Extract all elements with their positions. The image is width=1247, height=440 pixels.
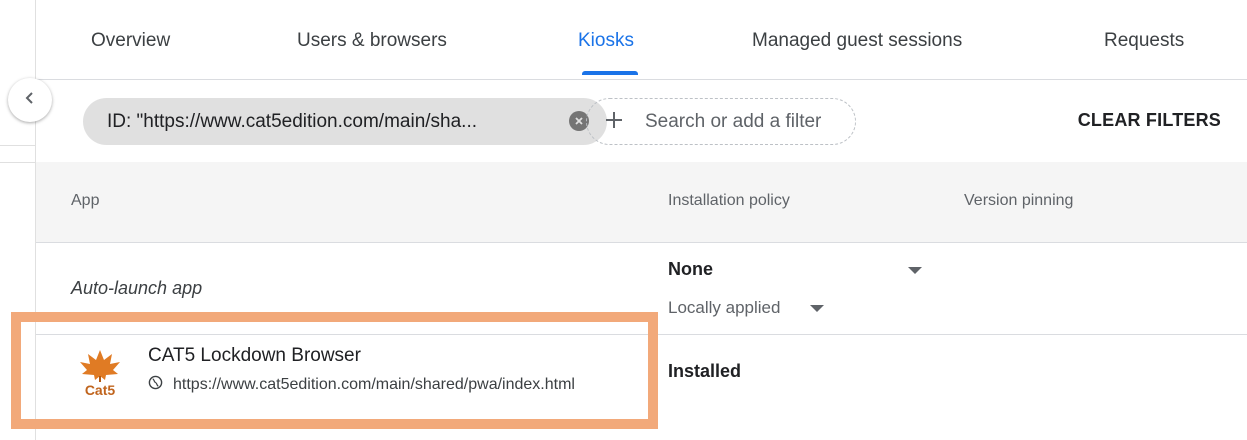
policy-source-label[interactable]: Locally applied — [668, 298, 780, 318]
clear-filters-button[interactable]: CLEAR FILTERS — [1078, 110, 1221, 131]
rail-divider — [0, 145, 35, 146]
auto-launch-policy-value[interactable]: None — [668, 259, 713, 280]
table-header: App Installation policy Version pinning — [36, 162, 1247, 243]
app-url: https://www.cat5edition.com/main/shared/… — [173, 376, 575, 393]
globe-icon — [148, 375, 163, 395]
tab-users-browsers[interactable]: Users & browsers — [297, 30, 447, 52]
plus-icon — [603, 108, 629, 136]
tab-managed-guest-sessions[interactable]: Managed guest sessions — [752, 30, 962, 52]
filter-bar: ID: "https://www.cat5edition.com/main/sh… — [36, 80, 1247, 163]
add-filter-placeholder: Search or add a filter — [645, 110, 822, 132]
app-name[interactable]: CAT5 Lockdown Browser — [148, 345, 361, 367]
chevron-left-icon — [23, 91, 37, 110]
filter-chip[interactable]: ID: "https://www.cat5edition.com/main/sh… — [83, 98, 607, 145]
dropdown-arrow-icon[interactable] — [810, 305, 824, 312]
app-url-row: https://www.cat5edition.com/main/shared/… — [148, 375, 575, 395]
installation-policy-value[interactable]: Installed — [668, 361, 741, 382]
column-header-installation-policy[interactable]: Installation policy — [668, 192, 790, 210]
table-row: Auto-launch app None Locally applied — [36, 243, 1247, 335]
dropdown-arrow-icon[interactable] — [908, 267, 922, 274]
column-header-app[interactable]: App — [71, 192, 99, 210]
table-row[interactable]: Cat5 CAT5 Lockdown Browser https://www.c… — [36, 335, 1247, 415]
rail-divider — [0, 162, 35, 163]
tab-bar: Overview Users & browsers Kiosks Managed… — [36, 0, 1247, 80]
column-header-version-pinning[interactable]: Version pinning — [964, 192, 1073, 210]
active-tab-indicator — [582, 71, 638, 75]
tab-overview[interactable]: Overview — [91, 30, 170, 52]
auto-launch-label: Auto-launch app — [71, 278, 203, 298]
filter-chip-label: ID: "https://www.cat5edition.com/main/sh… — [107, 110, 478, 132]
tab-kiosks[interactable]: Kiosks — [578, 30, 634, 52]
logo-text: Cat5 — [85, 382, 116, 398]
tab-requests[interactable]: Requests — [1104, 30, 1184, 52]
cat5-logo: Cat5 — [78, 348, 122, 398]
add-filter-input[interactable]: Search or add a filter — [586, 98, 856, 145]
